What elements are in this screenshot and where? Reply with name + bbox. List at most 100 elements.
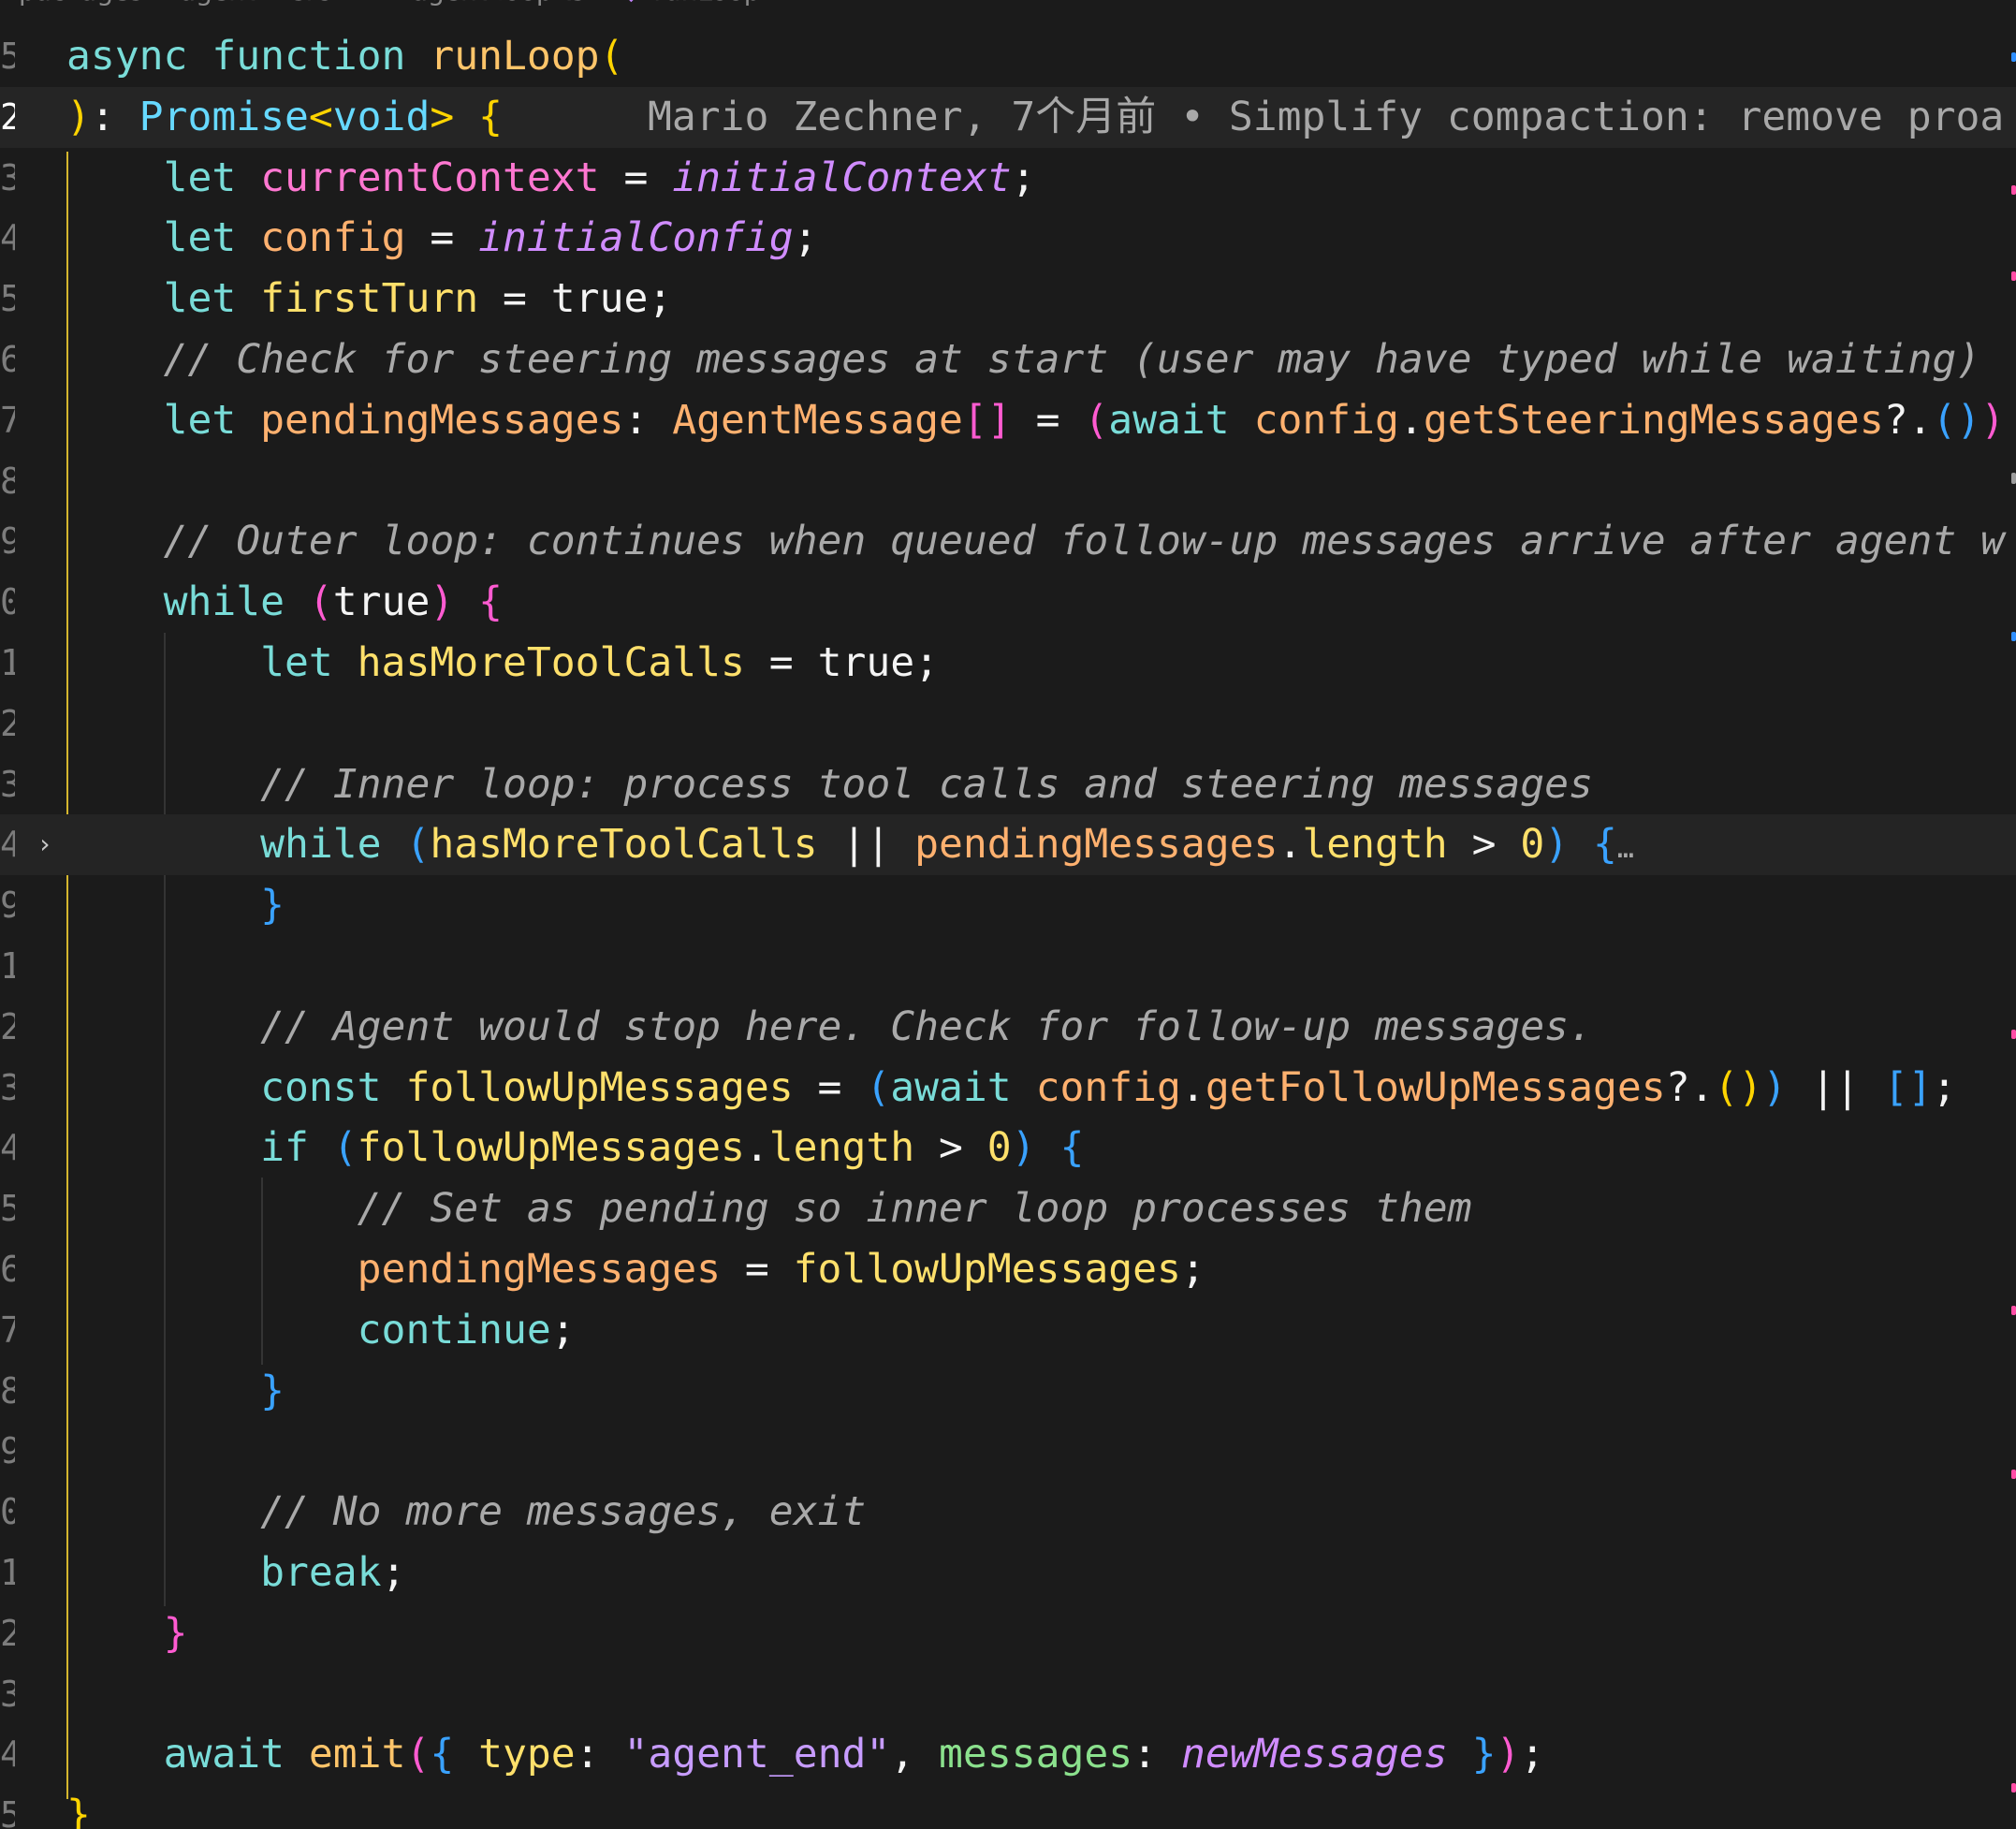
code-line[interactable]: 5 // Set as pending so inner loop proces…	[0, 1178, 2016, 1239]
code-line[interactable]: 9 }	[0, 875, 2016, 936]
bracket-token: (	[866, 1063, 891, 1111]
code-line[interactable]: 5 async function runLoop(	[0, 26, 2016, 87]
chevron-right-icon: ›	[156, 0, 167, 7]
line-code[interactable]: let pendingMessages: AgentMessage[] = (a…	[66, 390, 2006, 451]
line-code[interactable]: let currentContext = initialContext;	[66, 148, 1036, 209]
line-code[interactable]: // Set as pending so inner loop processe…	[66, 1178, 1472, 1239]
code-line[interactable]: 5 let firstTurn = true;	[0, 269, 2016, 329]
array-token: []	[962, 396, 1012, 444]
current-code-line[interactable]: 2 ): Promise<void> { Mario Zechner, 7个月前…	[0, 86, 2016, 148]
line-number: 3	[0, 1066, 15, 1108]
git-blame-annotation[interactable]: Mario Zechner, 7个月前 • Simplify compactio…	[648, 87, 2004, 148]
call-token: ()	[1714, 1063, 1763, 1111]
code-line[interactable]: 1 break;	[0, 1543, 2016, 1603]
bracket-token: )	[1496, 1731, 1521, 1778]
line-code[interactable]: }	[66, 1785, 91, 1829]
line-code[interactable]: if (followUpMessages.length > 0) {	[66, 1118, 1084, 1178]
code-lines[interactable]: 5 async function runLoop( 2 ): Promise<v…	[0, 26, 2016, 1829]
line-code[interactable]: pendingMessages = followUpMessages;	[66, 1239, 1205, 1300]
bracket-token: )	[430, 578, 455, 626]
line-number: 8	[0, 1369, 15, 1412]
line-code[interactable]: let config = initialConfig;	[66, 208, 818, 269]
line-code[interactable]: while (true) {	[66, 572, 503, 633]
semicolon-token: ;	[1011, 154, 1036, 201]
code-line[interactable]: 3 const followUpMessages = (await config…	[0, 1058, 2016, 1119]
indent-token	[66, 1064, 260, 1111]
keyword-token: while	[260, 821, 382, 869]
variable-token: currentContext	[260, 154, 600, 201]
line-code[interactable]: }	[66, 1361, 285, 1422]
code-line[interactable]: 3 let currentContext = initialContext;	[0, 148, 2016, 209]
operator-token: =	[1011, 396, 1085, 444]
parameter-token: initialConfig	[478, 214, 794, 262]
line-code[interactable]: // Agent would stop here. Check for foll…	[66, 997, 1593, 1058]
line-code[interactable]: let hasMoreToolCalls = true;	[66, 633, 939, 694]
line-code[interactable]: await emit({ type: "agent_end", messages…	[66, 1724, 1545, 1785]
code-line[interactable]: 0 // No more messages, exit	[0, 1482, 2016, 1543]
line-code[interactable]: // Outer loop: continues when queued fol…	[66, 511, 2006, 572]
line-code[interactable]: let firstTurn = true;	[66, 269, 673, 329]
punctuation-token: :	[575, 1731, 624, 1778]
generic-bracket-token: <	[308, 93, 333, 140]
code-line[interactable]: 8 }	[0, 1361, 2016, 1422]
code-line[interactable]: 6 pendingMessages = followUpMessages;	[0, 1239, 2016, 1300]
indent-token	[66, 1368, 260, 1414]
line-code[interactable]: while (hasMoreToolCalls || pendingMessag…	[66, 814, 1634, 875]
bracket-token: (	[405, 1731, 431, 1778]
breadcrumb-file[interactable]: agent-loop.ts	[412, 0, 585, 7]
code-line[interactable]: 0 while (true) {	[0, 572, 2016, 633]
empty-code-line[interactable]: 1	[0, 936, 2016, 997]
folded-code-line[interactable]: 4 › while (hasMoreToolCalls || pendingMe…	[0, 814, 2016, 876]
folded-region-ellipsis[interactable]: …	[1617, 832, 1634, 865]
code-line[interactable]: 1 let hasMoreToolCalls = true;	[0, 633, 2016, 694]
breadcrumb-symbol[interactable]: runLoop	[653, 0, 760, 7]
indent-token	[66, 1003, 260, 1050]
operator-token: =	[599, 154, 673, 201]
empty-code-line[interactable]: 2	[0, 694, 2016, 754]
code-line[interactable]: 2 }	[0, 1603, 2016, 1664]
code-editor[interactable]: packages › agent › src › TS agent-loop.t…	[0, 0, 2016, 1829]
brace-token: }	[260, 1367, 285, 1414]
bracket-token: (	[1084, 396, 1109, 444]
line-number: 5	[0, 1188, 15, 1230]
fold-chevron-right-icon[interactable]: ›	[33, 814, 57, 875]
symbol-method-icon: ◇	[621, 0, 640, 7]
indent-token	[66, 639, 260, 686]
line-number: 5	[0, 1794, 15, 1829]
code-line[interactable]: 4 await emit({ type: "agent_end", messag…	[0, 1724, 2016, 1785]
function-call-token: emit	[308, 1731, 406, 1778]
code-line[interactable]: 3 // Inner loop: process tool calls and …	[0, 754, 2016, 815]
code-line[interactable]: 4 if (followUpMessages.length > 0) {	[0, 1118, 2016, 1178]
empty-code-line[interactable]: 3	[0, 1664, 2016, 1725]
line-code[interactable]: }	[66, 1603, 188, 1664]
code-line[interactable]: 9 // Outer loop: continues when queued f…	[0, 511, 2016, 572]
empty-code-line[interactable]: 8	[0, 451, 2016, 512]
code-line[interactable]: 4 let config = initialConfig;	[0, 208, 2016, 269]
code-line[interactable]: 2 // Agent would stop here. Check for fo…	[0, 997, 2016, 1058]
line-number: 3	[0, 156, 15, 198]
code-line[interactable]: 5 }	[0, 1785, 2016, 1829]
comment-token: // Inner loop: process tool calls and st…	[260, 760, 1593, 808]
breadcrumb-packages[interactable]: packages	[19, 0, 143, 7]
breadcrumb-src[interactable]: src	[292, 0, 330, 7]
code-line[interactable]: 7 continue;	[0, 1300, 2016, 1361]
bracket-token: )	[66, 93, 91, 140]
line-code[interactable]: const followUpMessages = (await config.g…	[66, 1058, 1956, 1119]
code-line[interactable]: 7 let pendingMessages: AgentMessage[] = …	[0, 390, 2016, 451]
line-code[interactable]: async function runLoop(	[66, 26, 623, 87]
line-code[interactable]: // Check for steering messages at start …	[66, 329, 1981, 390]
line-number: 2	[0, 1612, 15, 1654]
code-line[interactable]: 6 // Check for steering messages at star…	[0, 329, 2016, 390]
line-code[interactable]: continue;	[66, 1300, 576, 1361]
bracket-token: (	[308, 578, 333, 626]
line-code[interactable]: // No more messages, exit	[66, 1482, 866, 1543]
empty-code-line[interactable]: 9	[0, 1421, 2016, 1482]
line-code[interactable]: ): Promise<void> {	[66, 87, 503, 148]
breadcrumb-agent[interactable]: agent	[180, 0, 256, 7]
line-code[interactable]: }	[66, 875, 285, 936]
semicolon-token: ;	[793, 214, 818, 262]
line-code[interactable]: // Inner loop: process tool calls and st…	[66, 754, 1593, 815]
line-code[interactable]: break;	[66, 1543, 405, 1603]
